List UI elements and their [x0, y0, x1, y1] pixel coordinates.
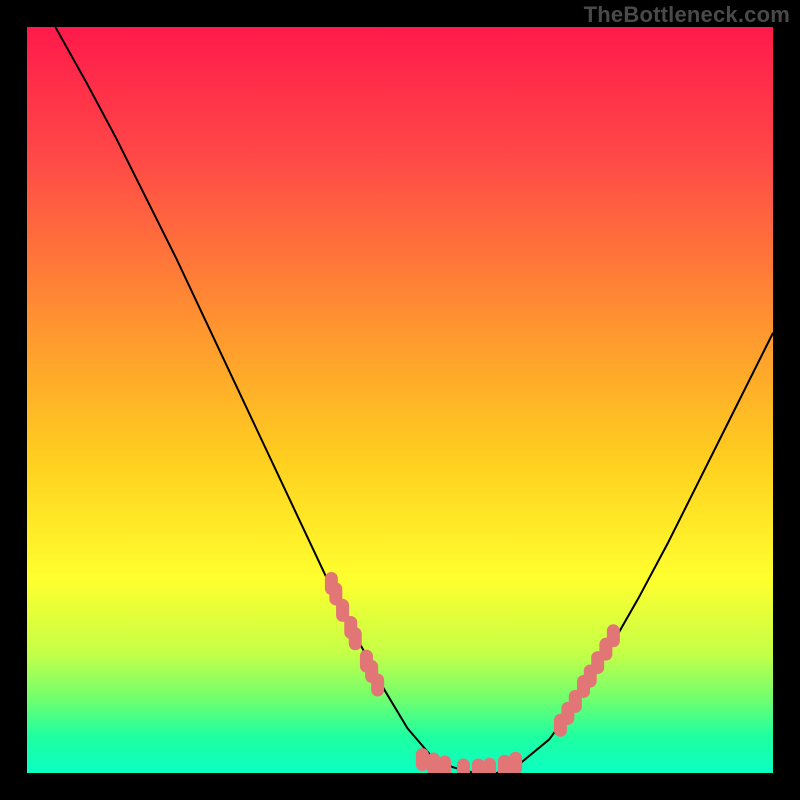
marker-point	[607, 624, 620, 647]
marker-point	[498, 755, 511, 773]
marker-point	[438, 756, 451, 773]
chart-frame: TheBottleneck.com	[0, 0, 800, 800]
marker-point	[371, 673, 384, 696]
marker-point	[349, 627, 362, 650]
watermark-text: TheBottleneck.com	[584, 2, 790, 28]
chart-svg	[27, 27, 773, 773]
marker-point	[416, 748, 429, 771]
gradient-background	[27, 27, 773, 773]
marker-point	[427, 753, 440, 773]
marker-point	[457, 759, 470, 773]
plot-area	[27, 27, 773, 773]
marker-point	[483, 758, 496, 773]
marker-point	[472, 759, 485, 773]
marker-point	[509, 752, 522, 773]
